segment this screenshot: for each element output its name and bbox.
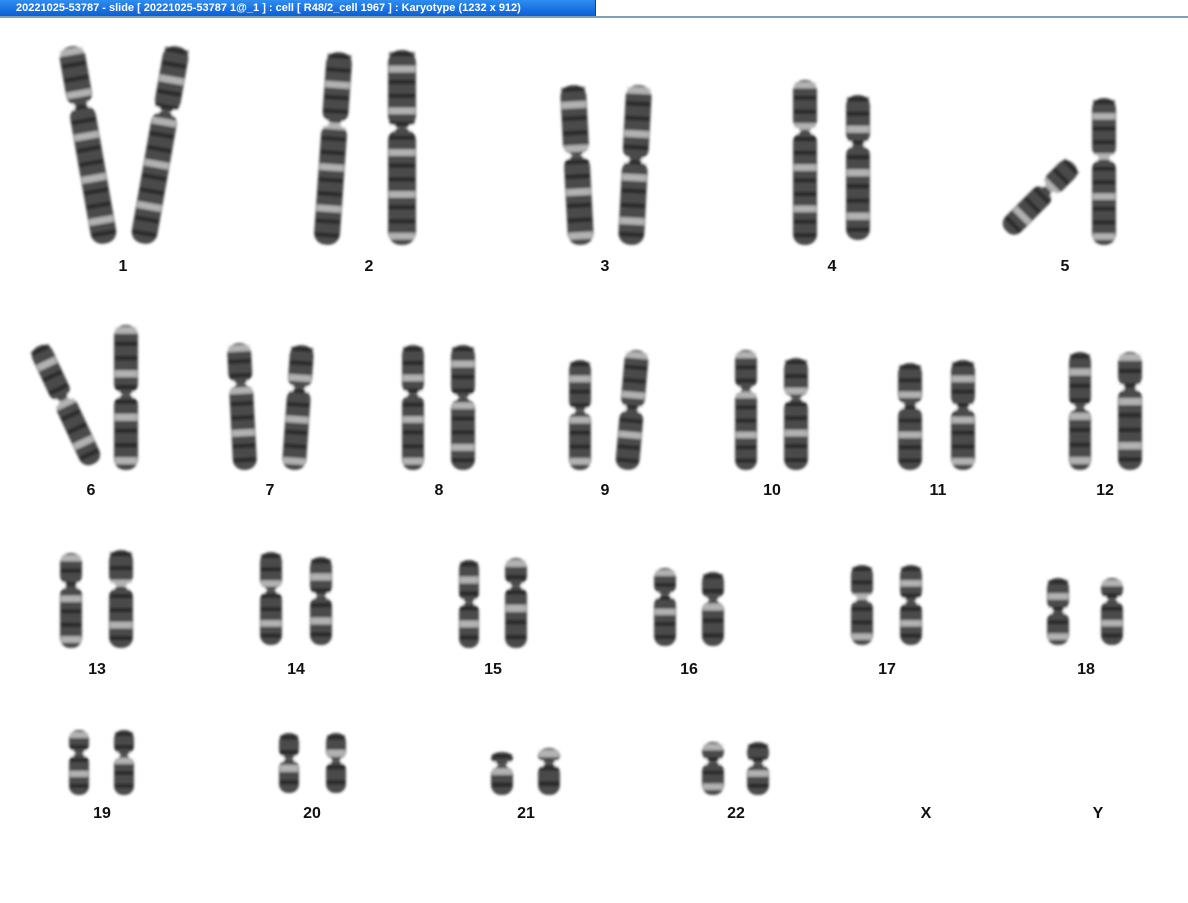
chromosome-2-2[interactable] [387,50,417,245]
chromosome-17-1[interactable] [850,565,874,645]
chromosome-label-19: 19 [93,805,111,822]
chromosome-5-2[interactable] [1091,98,1117,245]
chromosome-1-1[interactable] [57,44,119,246]
chromosome-label-13: 13 [88,661,106,678]
chromosome-17-2[interactable] [899,565,923,645]
chromosome-label-7: 7 [266,482,275,499]
chromosome-label-Y: Y [1093,805,1104,822]
chromosome-label-14: 14 [287,661,305,678]
chromosome-label-5: 5 [1061,258,1070,275]
chromosome-11-1[interactable] [897,363,923,470]
chromosome-10-2[interactable] [783,358,809,470]
chromosome-22-1[interactable] [701,742,725,795]
chromosome-8-2[interactable] [450,345,476,470]
chromosome-label-17: 17 [878,661,896,678]
chromosome-10-1[interactable] [734,350,758,470]
chromosome-label-16: 16 [680,661,698,678]
chromosome-9-1[interactable] [568,360,592,470]
chromosome-label-X: X [921,805,932,822]
chromosome-7-2[interactable] [281,344,316,471]
chromosome-18-2[interactable] [1100,578,1124,645]
chromosome-label-18: 18 [1077,661,1095,678]
chromosome-label-12: 12 [1096,482,1114,499]
chromosome-22-2[interactable] [746,742,770,795]
chromosome-12-1[interactable] [1068,352,1092,470]
chromosome-12-2[interactable] [1117,352,1143,470]
chromosome-3-2[interactable] [617,84,653,245]
chromosome-13-1[interactable] [59,553,83,648]
chromosome-label-15: 15 [484,661,502,678]
chromosome-label-4: 4 [828,258,837,275]
chromosome-8-1[interactable] [401,345,425,470]
chromosome-label-2: 2 [365,258,374,275]
chromosome-label-10: 10 [763,482,781,499]
chromosome-18-1[interactable] [1046,578,1070,645]
chromosome-15-1[interactable] [458,560,480,648]
chromosome-label-8: 8 [435,482,444,499]
chromosome-label-20: 20 [303,805,321,822]
chromosome-label-3: 3 [601,258,610,275]
chromosome-15-2[interactable] [504,558,528,648]
chromosome-11-2[interactable] [950,360,976,470]
chromosome-7-1[interactable] [226,342,259,470]
chromosome-4-2[interactable] [845,95,871,240]
chromosome-9-2[interactable] [614,349,650,471]
chromosome-label-1: 1 [119,258,128,275]
chromosome-4-1[interactable] [792,80,818,245]
chromosome-6-1[interactable] [28,341,105,469]
chromosome-21-1[interactable] [490,752,514,795]
chromosome-14-1[interactable] [259,552,283,645]
chromosome-19-2[interactable] [113,730,135,795]
chromosome-5-1[interactable] [998,155,1082,239]
chromosome-19-1[interactable] [68,730,90,795]
chromosome-label-21: 21 [517,805,535,822]
chromosome-20-1[interactable] [278,733,300,793]
chromosome-label-22: 22 [727,805,745,822]
chromosome-14-2[interactable] [309,557,333,645]
chromosome-1-2[interactable] [129,44,191,246]
chromosome-3-1[interactable] [559,84,595,245]
chromosome-21-2[interactable] [537,748,561,795]
chromosome-label-9: 9 [601,482,610,499]
chromosome-label-6: 6 [87,482,96,499]
chromosome-label-11: 11 [930,482,947,499]
chromosome-20-2[interactable] [325,733,347,793]
chromosome-16-1[interactable] [653,568,677,646]
karyogram-canvas: 1 2 3 4 56 7 8 9 10 11 1213 14 15 16 17 1819 20 21 22 X Y [28,44,1143,822]
chromosome-6-2[interactable] [113,325,139,470]
chromosome-2-1[interactable] [312,51,353,245]
chromosome-13-2[interactable] [108,550,134,648]
chromosome-16-2[interactable] [701,572,725,646]
